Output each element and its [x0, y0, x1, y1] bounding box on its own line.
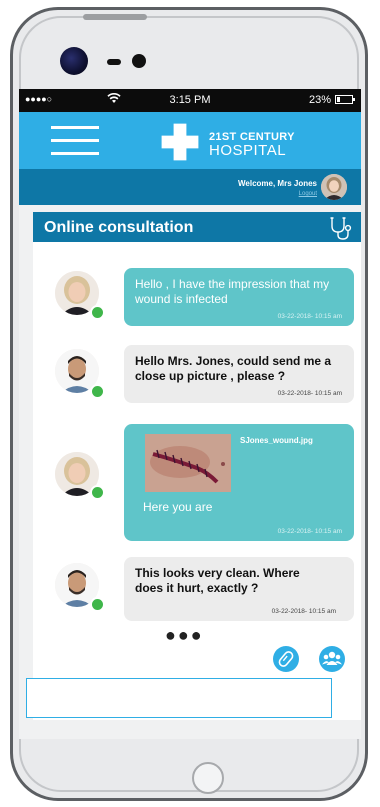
menu-icon[interactable] [51, 126, 99, 156]
message-text: This looks very clean. Where does it hur… [135, 566, 300, 595]
online-status-dot [90, 384, 105, 399]
power-button [83, 14, 147, 20]
message-timestamp: 03-22-2018- 10:15 am [271, 608, 336, 615]
cross-logo-icon [160, 122, 200, 162]
online-status-dot [90, 597, 105, 612]
chat-title: Online consultation [44, 219, 194, 236]
message-timestamp: 03-22-2018- 10:15 am [277, 390, 342, 397]
message-text: Hello Mrs. Jones, could send me a close … [135, 354, 332, 383]
message-bubble: SJones_wound.jpg Here you are 03-22-2018… [124, 424, 354, 541]
wound-photo-attachment[interactable] [145, 434, 231, 492]
battery-percent: 23% [308, 94, 331, 106]
welcome-text: Welcome, Mrs Jones [238, 179, 317, 188]
attach-button[interactable] [273, 646, 299, 672]
status-bar: ●●●●○ 3:15 PM 23% [19, 89, 361, 112]
paperclip-icon [278, 651, 294, 667]
home-button[interactable] [192, 762, 224, 794]
group-icon [322, 651, 342, 665]
online-status-dot [90, 485, 105, 500]
hospital-logo: 21ST CENTURY HOSPITAL [159, 119, 329, 163]
battery-icon [335, 95, 355, 104]
attachment-filename[interactable]: SJones_wound.jpg [240, 436, 313, 445]
app-screen: ●●●●○ 3:15 PM 23% 21ST CENTURY HOSPITAL … [19, 89, 361, 739]
logo-line2: HOSPITAL [209, 142, 287, 159]
stethoscope-icon [330, 217, 352, 240]
message-timestamp: 03-22-2018- 10:15 am [277, 528, 342, 535]
message-bubble: Hello , I have the impression that my wo… [124, 268, 354, 326]
message-input[interactable] [26, 678, 332, 718]
message-bubble: This looks very clean. Where does it hur… [124, 557, 354, 621]
proximity-sensor [132, 54, 146, 68]
app-header: 21ST CENTURY HOSPITAL [19, 112, 361, 169]
typing-indicator: ●●● [165, 625, 204, 645]
message-bubble: Hello Mrs. Jones, could send me a close … [124, 345, 354, 403]
user-avatar[interactable] [321, 174, 347, 200]
speaker [107, 59, 121, 65]
participants-button[interactable] [319, 646, 345, 672]
welcome-bar: Welcome, Mrs Jones Logout [19, 169, 361, 205]
message-timestamp: 03-22-2018- 10:15 am [277, 313, 342, 320]
message-text: Hello , I have the impression that my wo… [135, 277, 330, 306]
front-camera [60, 47, 88, 75]
message-text: Here you are [143, 500, 213, 514]
chat-header: Online consultation [33, 212, 361, 242]
logout-link[interactable]: Logout [299, 191, 317, 197]
online-status-dot [90, 305, 105, 320]
